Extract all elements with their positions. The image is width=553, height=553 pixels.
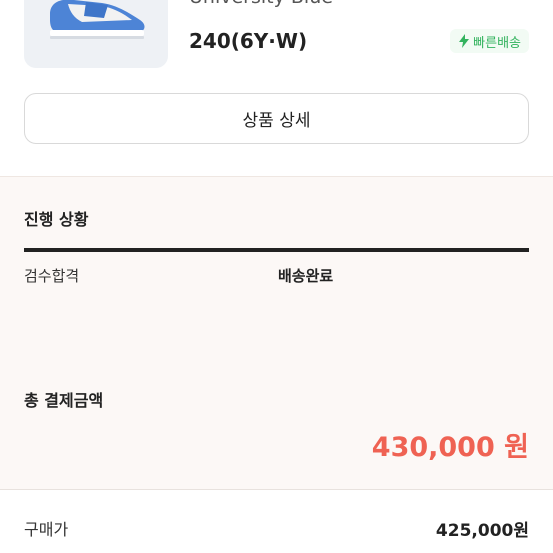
product-thumbnail[interactable]	[24, 0, 168, 68]
payment-title: 총 결제금액	[24, 391, 104, 410]
lightning-icon	[459, 34, 470, 48]
fast-delivery-label: 빠른배송	[473, 35, 521, 51]
purchase-price-label: 구매가	[24, 520, 69, 539]
progress-bar	[24, 248, 529, 252]
purchase-price-value: 425,000원	[435, 521, 529, 541]
payment-total: 430,000 원	[371, 432, 529, 463]
purchase-price-row: 구매가 425,000원	[0, 490, 553, 553]
step-inspection-passed: 검수합격	[24, 267, 80, 285]
fast-delivery-badge: 빠른배송	[450, 29, 529, 53]
sneaker-image	[50, 0, 145, 39]
step-delivery-complete: 배송완료	[278, 267, 334, 285]
product-size: 240(6Y·W)	[189, 29, 308, 53]
product-name: University Blue	[189, 0, 333, 8]
progress-section: 진행 상황 검수합격 배송완료	[0, 176, 553, 358]
product-detail-button[interactable]: 상품 상세	[24, 93, 529, 144]
payment-section: 총 결제금액 430,000 원	[0, 357, 553, 490]
progress-title: 진행 상황	[24, 210, 89, 229]
